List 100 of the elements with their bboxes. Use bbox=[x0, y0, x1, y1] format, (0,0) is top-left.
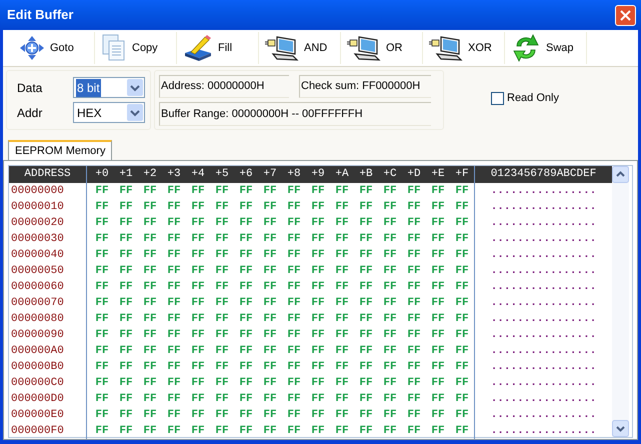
dropdown[interactable]: 8 bit bbox=[73, 77, 145, 98]
byte-cell-text: FF bbox=[382, 184, 398, 198]
dropdown-value: 8 bit bbox=[76, 78, 101, 96]
byte-cell-text: FF bbox=[118, 360, 134, 374]
byte-cell-text: FF bbox=[406, 424, 422, 438]
byte-cell-text: FF bbox=[166, 360, 182, 374]
byte-cell-text: FF bbox=[382, 216, 398, 230]
byte-cell-text: FF bbox=[454, 232, 470, 246]
byte-cell-text: FF bbox=[430, 392, 446, 406]
scroll-up-icon[interactable] bbox=[612, 166, 629, 183]
dropdown[interactable]: HEX bbox=[73, 102, 145, 123]
byte-cell-text: FF bbox=[142, 360, 158, 374]
byte-cell-text: FF bbox=[94, 264, 110, 278]
byte-cell-text: FF bbox=[430, 424, 446, 438]
byte-cell-text: FF bbox=[382, 312, 398, 326]
scrollbar[interactable] bbox=[612, 166, 629, 437]
scroll-down-icon[interactable] bbox=[612, 420, 629, 437]
byte-cell-text: FF bbox=[310, 360, 326, 374]
byte-cell-text: FF bbox=[382, 296, 398, 310]
byte-cell-text: FF bbox=[94, 328, 110, 342]
byte-cell-text: FF bbox=[430, 328, 446, 342]
byte-cell-text: FF bbox=[166, 280, 182, 294]
byte-cell-text: FF bbox=[238, 232, 254, 246]
byte-cell-text: FF bbox=[94, 296, 110, 310]
byte-cell-text: FF bbox=[238, 296, 254, 310]
byte-cell-text: FF bbox=[430, 408, 446, 422]
byte-cell-text: FF bbox=[382, 376, 398, 390]
byte-cell-text: FF bbox=[166, 376, 182, 390]
toolbar-button[interactable]: Fill bbox=[177, 32, 259, 64]
byte-cell-text: FF bbox=[334, 232, 350, 246]
byte-cell-text: FF bbox=[334, 312, 350, 326]
byte-cell-text: FF bbox=[190, 392, 206, 406]
byte-cell-text: FF bbox=[358, 424, 374, 438]
byte-cell-text: FF bbox=[214, 248, 230, 262]
byte-cell-text: FF bbox=[214, 232, 230, 246]
checkbox[interactable] bbox=[491, 92, 504, 105]
ascii-cell-text: ................ bbox=[490, 376, 598, 390]
byte-cell-text: FF bbox=[358, 296, 374, 310]
byte-cell-text: FF bbox=[286, 328, 302, 342]
close-button[interactable] bbox=[615, 4, 636, 26]
tab[interactable]: EEPROM Memory bbox=[8, 140, 112, 160]
byte-cell-text: FF bbox=[406, 280, 422, 294]
byte-cell-text: FF bbox=[358, 232, 374, 246]
byte-cell-text: FF bbox=[406, 360, 422, 374]
address-cell-text: 000000B0 bbox=[10, 360, 65, 374]
byte-cell-text: FF bbox=[142, 424, 158, 438]
byte-cell-text: FF bbox=[358, 392, 374, 406]
column-header: +4 bbox=[190, 167, 206, 182]
byte-cell-text: FF bbox=[94, 232, 110, 246]
byte-cell-text: FF bbox=[454, 392, 470, 406]
byte-cell-text: FF bbox=[358, 328, 374, 342]
byte-cell-text: FF bbox=[118, 264, 134, 278]
field-label: Data bbox=[17, 80, 44, 96]
byte-cell-text: FF bbox=[94, 360, 110, 374]
byte-cell-text: FF bbox=[238, 408, 254, 422]
byte-cell-text: FF bbox=[94, 392, 110, 406]
column-header: +0 bbox=[94, 167, 110, 182]
byte-cell-text: FF bbox=[238, 376, 254, 390]
toolbar-button[interactable]: Swap bbox=[505, 32, 587, 64]
byte-cell-text: FF bbox=[430, 344, 446, 358]
byte-cell-text: FF bbox=[142, 408, 158, 422]
toolbar-button[interactable]: Goto bbox=[13, 32, 95, 64]
toolbar-button[interactable]: Copy bbox=[95, 32, 177, 64]
toolbar-button[interactable]: OR bbox=[341, 32, 423, 64]
column-header: +B bbox=[358, 167, 374, 182]
address-cell-text: 00000060 bbox=[10, 280, 65, 294]
byte-cell-text: FF bbox=[454, 200, 470, 214]
byte-cell-text: FF bbox=[334, 184, 350, 198]
byte-cell-text: FF bbox=[454, 312, 470, 326]
byte-cell-text: FF bbox=[94, 216, 110, 230]
byte-cell-text: FF bbox=[118, 200, 134, 214]
byte-cell-text: FF bbox=[238, 424, 254, 438]
byte-cell-text: FF bbox=[286, 296, 302, 310]
byte-cell-text: FF bbox=[382, 248, 398, 262]
byte-cell-text: FF bbox=[406, 184, 422, 198]
byte-cell-text: FF bbox=[214, 280, 230, 294]
address-cell-text: 00000010 bbox=[10, 200, 65, 214]
byte-cell-text: FF bbox=[190, 248, 206, 262]
byte-cell-text: FF bbox=[190, 408, 206, 422]
byte-cell-text: FF bbox=[286, 264, 302, 278]
byte-cell-text: FF bbox=[454, 248, 470, 262]
byte-cell-text: FF bbox=[214, 216, 230, 230]
byte-cell-text: FF bbox=[334, 344, 350, 358]
byte-cell-text: FF bbox=[406, 376, 422, 390]
byte-cell-text: FF bbox=[430, 216, 446, 230]
read-only-checkbox[interactable]: Read Only bbox=[491, 90, 559, 106]
byte-cell-text: FF bbox=[262, 296, 278, 310]
byte-cell-text: FF bbox=[286, 312, 302, 326]
byte-cell-text: FF bbox=[406, 248, 422, 262]
toolbar-button[interactable]: AND bbox=[259, 32, 341, 64]
toolbar-button[interactable]: XOR bbox=[423, 32, 505, 64]
ascii-cell-text: ................ bbox=[490, 216, 598, 230]
byte-cell-text: FF bbox=[214, 328, 230, 342]
byte-cell-text: FF bbox=[430, 360, 446, 374]
byte-cell-text: FF bbox=[190, 376, 206, 390]
byte-cell-text: FF bbox=[406, 232, 422, 246]
byte-cell-text: FF bbox=[334, 376, 350, 390]
byte-cell-text: FF bbox=[94, 200, 110, 214]
byte-cell-text: FF bbox=[286, 248, 302, 262]
address-cell-text: 000000E0 bbox=[10, 408, 65, 422]
